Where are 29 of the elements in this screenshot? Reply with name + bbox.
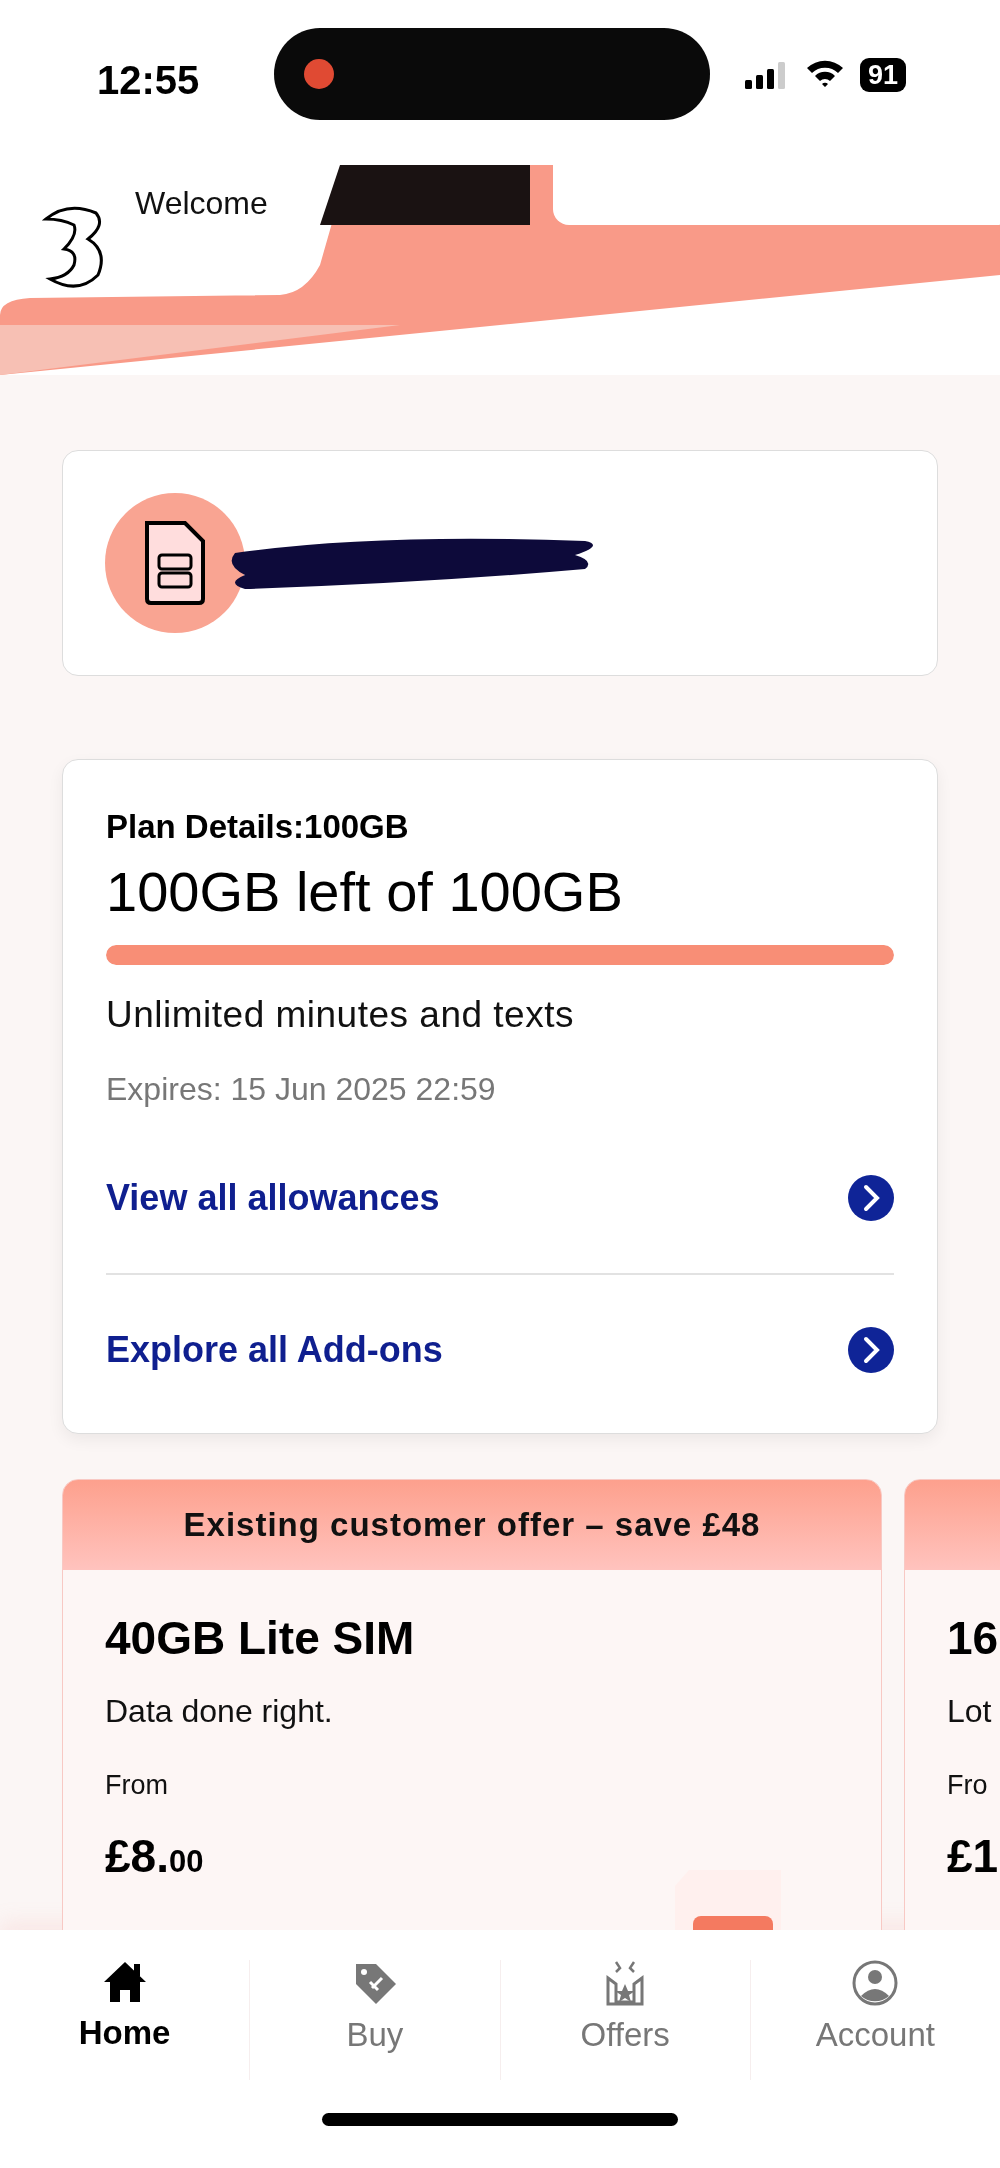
offer-card[interactable]: Existing customer offer – save £48 40GB Lite SIM Data done right. From £8.00 <box>62 1478 882 1930</box>
tab-bar-item[interactable]: Offers <box>499 1960 750 2080</box>
plan-link[interactable]: View all allowances <box>106 1170 440 1225</box>
data-remaining: 100GB left of 100GB <box>106 859 624 926</box>
tab-bar-item[interactable]: Buy <box>249 1960 500 2080</box>
chevron-right-icon[interactable] <box>848 1174 894 1221</box>
tab-bar-item[interactable]: Home <box>0 1960 250 2080</box>
battery-level: 91 <box>860 58 907 92</box>
plan-title: Plan Details:100GB <box>106 807 410 847</box>
price-label: Fro <box>947 1769 989 1803</box>
status-time: 12:55 <box>97 57 200 104</box>
expiry-text: Expires: 15 Jun 2025 22:59 <box>106 1069 497 1109</box>
offer-card[interactable]: 16 Lot Fro £1 <box>904 1478 1000 1930</box>
offer-banner-text: Existing customer offer – save £48 <box>183 1505 761 1545</box>
welcome-text: Welcome <box>135 184 268 223</box>
account-icon <box>852 1960 899 2006</box>
tab-bar-item[interactable]: Account <box>749 1960 1000 2080</box>
plan-link[interactable]: Explore all Add-ons <box>106 1322 443 1377</box>
offer-title: 16 <box>947 1610 1000 1666</box>
offer-price: £1 <box>947 1828 999 1884</box>
price-label: From <box>105 1769 169 1803</box>
offer-price: £8.00 <box>105 1828 204 1884</box>
offer-description: Lot <box>947 1692 993 1732</box>
wifi-icon <box>805 58 845 88</box>
chevron-right-icon[interactable] <box>848 1326 894 1373</box>
sim-icon <box>105 493 245 633</box>
allowance-text: Unlimited minutes and texts <box>106 993 575 1038</box>
offer-title: 40GB Lite SIM <box>105 1610 416 1666</box>
offer-description: Data done right. <box>105 1692 334 1732</box>
